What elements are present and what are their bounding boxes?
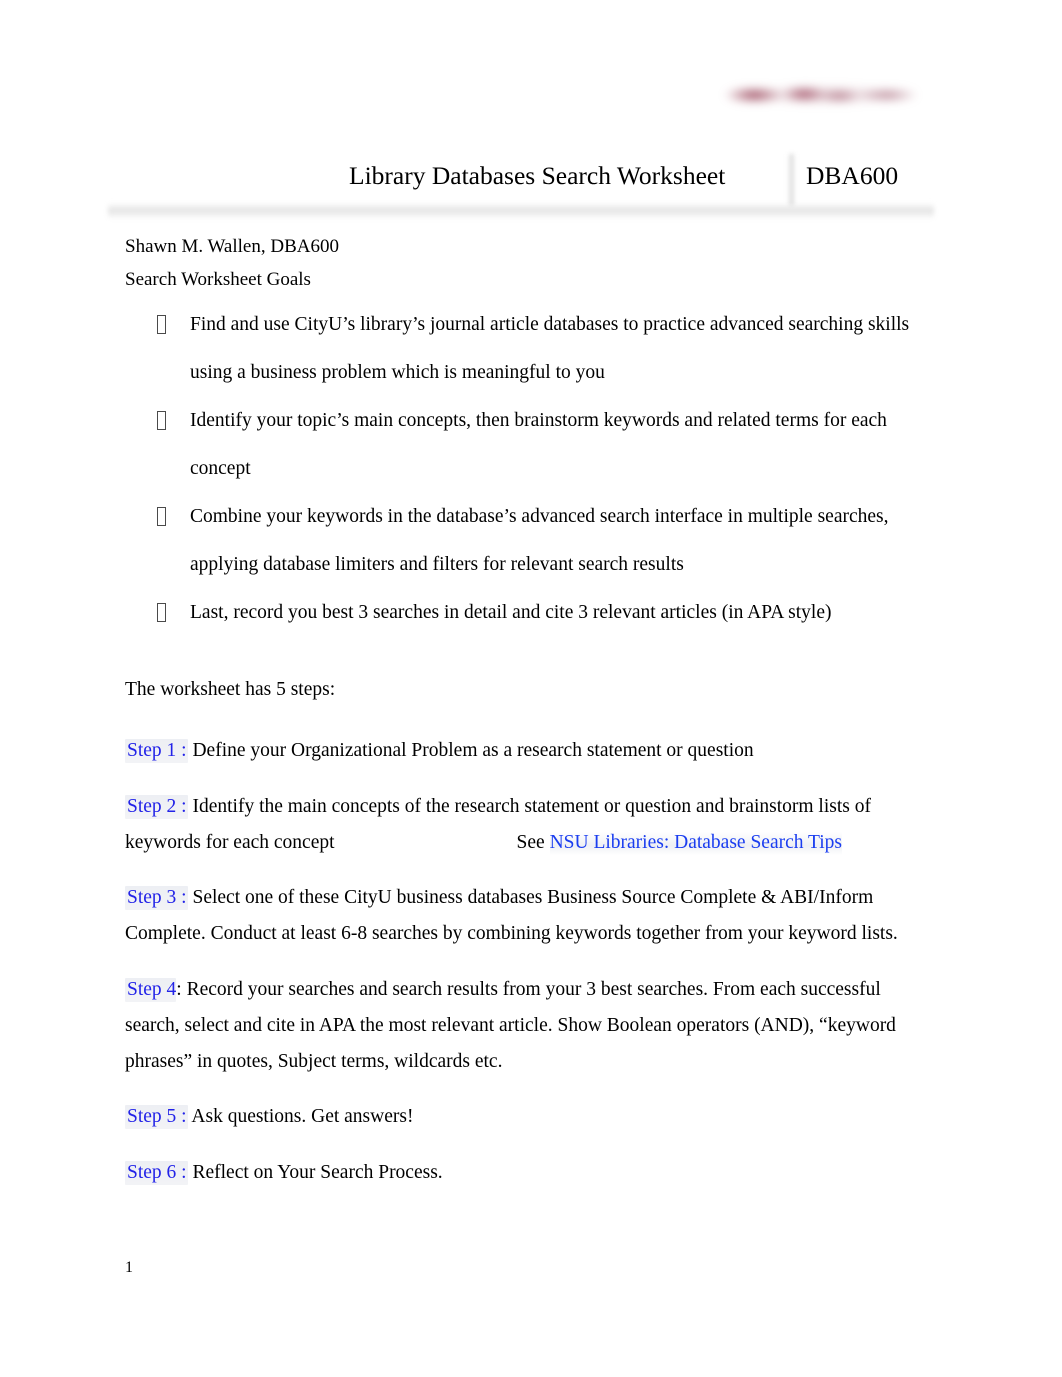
document-body: Shawn M. Wallen, DBA600 Search Worksheet… (125, 230, 940, 1202)
step-1-label: Step 1 : (125, 739, 188, 763)
bullet-missing-glyph-icon (157, 315, 166, 334)
bullet-missing-glyph-icon (157, 507, 166, 526)
step-6-body: Reflect on Your Search Process. (187, 1161, 443, 1183)
step-1-body: Define your Organizational Problem as a … (187, 740, 754, 761)
step-2: Step 2 : Identify the main concepts of t… (125, 789, 940, 861)
step-3-label: Step 3 : (125, 886, 188, 910)
logo-blurred-mark (716, 80, 932, 110)
step-5-body: Ask questions. Get answers! (187, 1106, 414, 1127)
step-4-body: Record your searches and search results … (125, 978, 896, 1072)
section-heading: Search Worksheet Goals (125, 269, 311, 290)
step-6-label: Step 6 : (125, 1160, 188, 1185)
header-divider (788, 154, 795, 206)
step-2-body-line1: Identify the main concepts of the resear… (187, 795, 871, 817)
document-page: Library Databases Search Worksheet DBA60… (0, 0, 1062, 1377)
step-2-label: Step 2 : (125, 794, 188, 819)
list-item: Identify your topic’s main concepts, the… (125, 397, 940, 493)
goal-text: Combine your keywords in the database’s … (190, 506, 889, 575)
university-logo (700, 66, 950, 128)
step-2-line2: keywords for each concept See NSU Librari… (125, 825, 940, 861)
page-number: 1 (125, 1259, 133, 1276)
step-5: Step 5 : Ask questions. Get answers! (125, 1099, 940, 1135)
list-item: Last, record you best 3 searches in deta… (125, 589, 940, 637)
goal-text: Last, record you best 3 searches in deta… (190, 602, 832, 623)
goal-text: Find and use CityU’s library’s journal a… (190, 314, 910, 383)
goal-text: Identify your topic’s main concepts, the… (190, 410, 887, 479)
step-1: Step 1 : Define your Organizational Prob… (125, 733, 940, 769)
database-search-tips-link[interactable]: NSU Libraries: Database Search Tips (549, 831, 843, 855)
bullet-missing-glyph-icon (157, 603, 166, 622)
see-label: See (516, 831, 545, 853)
step-2-body-line2: keywords for each concept (125, 831, 335, 853)
list-item: Combine your keywords in the database’s … (125, 493, 940, 589)
goals-list: Find and use CityU’s library’s journal a… (125, 301, 940, 637)
steps-list: Step 1 : Define your Organizational Prob… (125, 733, 940, 1191)
step-3-body: Select one of these CityU business datab… (125, 887, 898, 944)
step-5-label: Step 5 : (125, 1105, 188, 1129)
document-header: Library Databases Search Worksheet DBA60… (125, 154, 935, 206)
steps-intro: The worksheet has 5 steps: (125, 679, 336, 700)
bullet-missing-glyph-icon (157, 411, 166, 430)
step-4-label: Step 4 (125, 977, 177, 1002)
step-6: Step 6 : Reflect on Your Search Process. (125, 1155, 940, 1191)
page-title: Library Databases Search Worksheet (349, 161, 726, 190)
author-line: Shawn M. Wallen, DBA600 (125, 236, 339, 257)
list-item: Find and use CityU’s library’s journal a… (125, 301, 940, 397)
course-code: DBA600 (806, 161, 899, 190)
step-4: Step 4: Record your searches and search … (125, 972, 940, 1080)
step-3: Step 3 : Select one of these CityU busin… (125, 880, 940, 952)
header-rule (108, 203, 934, 219)
